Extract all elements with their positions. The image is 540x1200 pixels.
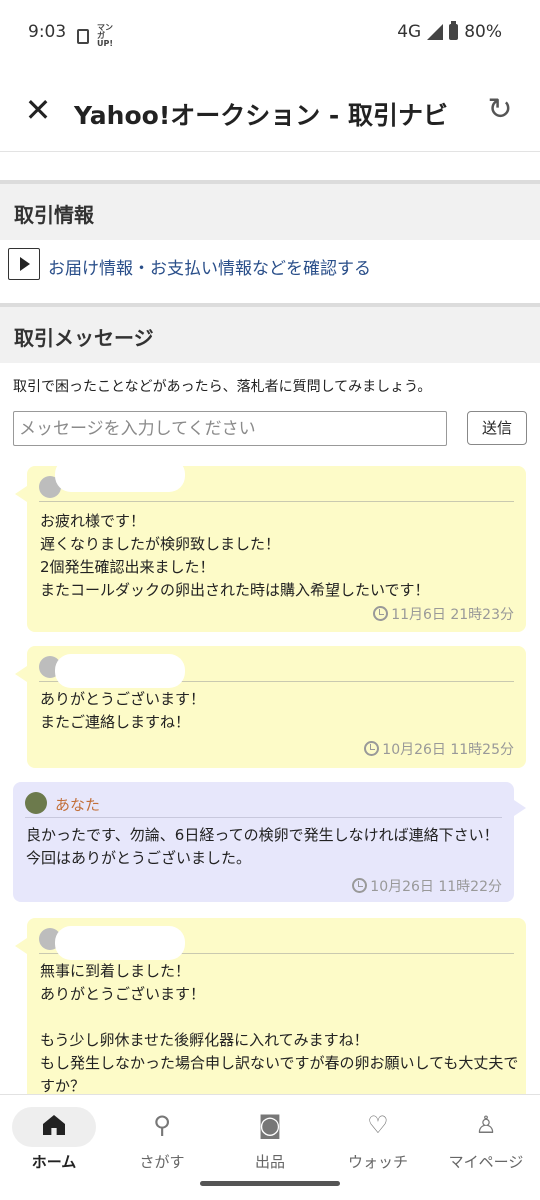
nav-search[interactable]: ⚲ さがす bbox=[108, 1101, 216, 1171]
person-icon: ♙ bbox=[475, 1111, 497, 1139]
home-icon bbox=[0, 1111, 108, 1141]
signal-icon bbox=[427, 24, 444, 40]
network-type: 4G bbox=[397, 22, 422, 42]
message-bubble: お疲れ様です！ 遅くなりましたが検卵致しました！ 2個発生確認出来ました！ また… bbox=[15, 458, 526, 632]
avatar bbox=[25, 792, 47, 814]
heart-icon: ♡ bbox=[367, 1111, 389, 1139]
redacted-name bbox=[55, 654, 185, 688]
deal-info-link-row[interactable]: お届け情報・お支払い情報などを確認する bbox=[0, 242, 540, 286]
message-bubble: ありがとうございます！ またご連絡しますね！ 10月26日 11時25分 bbox=[15, 646, 526, 768]
author-name: あなた bbox=[55, 796, 101, 814]
battery-percent: 80% bbox=[464, 22, 502, 42]
deal-info-title: 取引情報 bbox=[14, 203, 94, 227]
message-text: ありがとうございます！ またご連絡しますね！ bbox=[40, 690, 206, 731]
clock-icon bbox=[352, 878, 368, 893]
deal-info-link[interactable]: お届け情報・お支払い情報などを確認する bbox=[48, 254, 371, 279]
redacted-name bbox=[55, 458, 185, 492]
nav-home[interactable]: ホーム bbox=[0, 1101, 108, 1171]
send-button[interactable]: 送信 bbox=[467, 411, 527, 445]
status-time: 9:03 bbox=[28, 22, 67, 42]
messages-header: 取引メッセージ bbox=[0, 307, 540, 363]
message-input[interactable] bbox=[13, 411, 447, 446]
refresh-icon: ↻ bbox=[487, 92, 513, 127]
message-bubble: 無事に到着しました！ ありがとうございます！ もう少し卵休ませた後孵化器に入れて… bbox=[15, 918, 526, 1108]
message-time: 10月26日 11時22分 bbox=[352, 876, 502, 896]
nav-mypage[interactable]: ♙ マイページ bbox=[432, 1101, 540, 1171]
close-button[interactable]: ✕ bbox=[18, 90, 58, 130]
clock-icon bbox=[373, 606, 389, 621]
message-text: 良かったです、勿論、6日経っての検卵で発生しなければ連絡下さい！今回はありがとう… bbox=[26, 826, 499, 867]
search-icon: ⚲ bbox=[153, 1111, 171, 1139]
refresh-button[interactable]: ↻ bbox=[480, 90, 520, 130]
message-text: 無事に到着しました！ ありがとうございます！ もう少し卵休ませた後孵化器に入れて… bbox=[40, 962, 519, 1095]
notification-square-icon bbox=[77, 28, 89, 44]
gesture-bar[interactable] bbox=[200, 1181, 340, 1186]
message-text: お疲れ様です！ 遅くなりましたが検卵致しました！ 2個発生確認出来ました！ また… bbox=[40, 512, 430, 599]
nav-watch[interactable]: ♡ ウォッチ bbox=[324, 1101, 432, 1171]
close-icon: ✕ bbox=[24, 91, 52, 129]
messages-title: 取引メッセージ bbox=[14, 326, 154, 350]
play-icon bbox=[8, 248, 40, 280]
status-bar: 9:03 マンガUP! 4G 80% bbox=[0, 0, 540, 68]
page-title: Yahoo!オークション - 取引ナビ bbox=[74, 101, 449, 130]
redacted-name bbox=[55, 926, 185, 960]
collapsed-strip bbox=[0, 153, 540, 181]
battery-icon bbox=[449, 21, 459, 40]
app-bar: ✕ Yahoo!オークション - 取引ナビ ↻ bbox=[0, 68, 540, 152]
message-time: 11月6日 21時23分 bbox=[373, 604, 514, 624]
clock-icon bbox=[364, 741, 380, 756]
nav-sell[interactable]: ◙ 出品 bbox=[216, 1101, 324, 1171]
camera-icon: ◙ bbox=[258, 1111, 282, 1139]
deal-info-header: 取引情報 bbox=[0, 184, 540, 240]
compose-intro: 取引で困ったことなどがあったら、落札者に質問してみましょう。 bbox=[13, 379, 432, 395]
manga-app-icon: マンガUP! bbox=[97, 23, 114, 48]
message-time: 10月26日 11時25分 bbox=[364, 739, 514, 759]
message-bubble-mine: あなた 良かったです、勿論、6日経っての検卵で発生しなければ連絡下さい！今回はあ… bbox=[13, 782, 526, 902]
